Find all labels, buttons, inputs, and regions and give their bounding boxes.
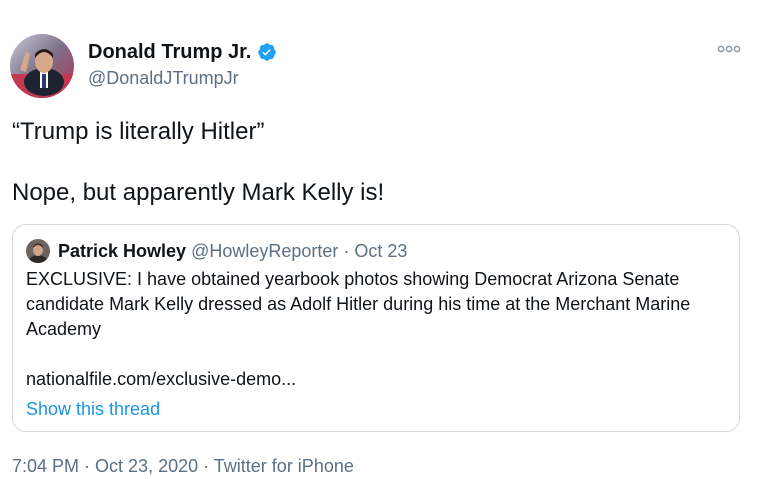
tweet-text-line-1: “Trump is literally Hitler” <box>12 118 265 145</box>
tweet: Donald Trump Jr. @DonaldJTrumpJr “Trump … <box>0 0 764 479</box>
author-name[interactable]: Donald Trump Jr. <box>88 40 251 64</box>
tweet-time[interactable]: 7:04 PM <box>12 456 79 476</box>
quoted-author-name: Patrick Howley <box>58 241 187 261</box>
author-avatar[interactable] <box>10 34 74 98</box>
tweet-source[interactable]: Twitter for iPhone <box>214 456 354 476</box>
quoted-tweet-header: Patrick Howley @HowleyReporter · Oct 23 <box>58 239 407 263</box>
tweet-footer: 7:04 PM · Oct 23, 2020 · Twitter for iPh… <box>12 454 354 478</box>
quoted-separator: · <box>338 241 355 261</box>
show-thread-link[interactable]: Show this thread <box>26 397 160 421</box>
quoted-author-avatar <box>26 239 50 263</box>
tweet-date[interactable]: Oct 23, 2020 <box>95 456 198 476</box>
more-options-icon[interactable] <box>716 42 742 56</box>
quoted-author-handle: @HowleyReporter <box>191 241 339 261</box>
quoted-tweet-card[interactable]: Patrick Howley @HowleyReporter · Oct 23 … <box>12 224 740 432</box>
quoted-date: Oct 23 <box>354 241 408 261</box>
footer-separator: · <box>79 456 96 476</box>
quoted-tweet-link: nationalfile.com/exclusive-demo... <box>26 369 297 389</box>
author-handle[interactable]: @DonaldJTrumpJr <box>88 67 239 89</box>
verified-badge-icon <box>257 42 277 62</box>
author-name-row: Donald Trump Jr. <box>88 40 277 64</box>
tweet-text-line-2: Nope, but apparently Mark Kelly is! <box>12 179 385 206</box>
quoted-tweet-text: EXCLUSIVE: I have obtained yearbook phot… <box>26 269 691 339</box>
footer-separator: · <box>198 456 214 476</box>
